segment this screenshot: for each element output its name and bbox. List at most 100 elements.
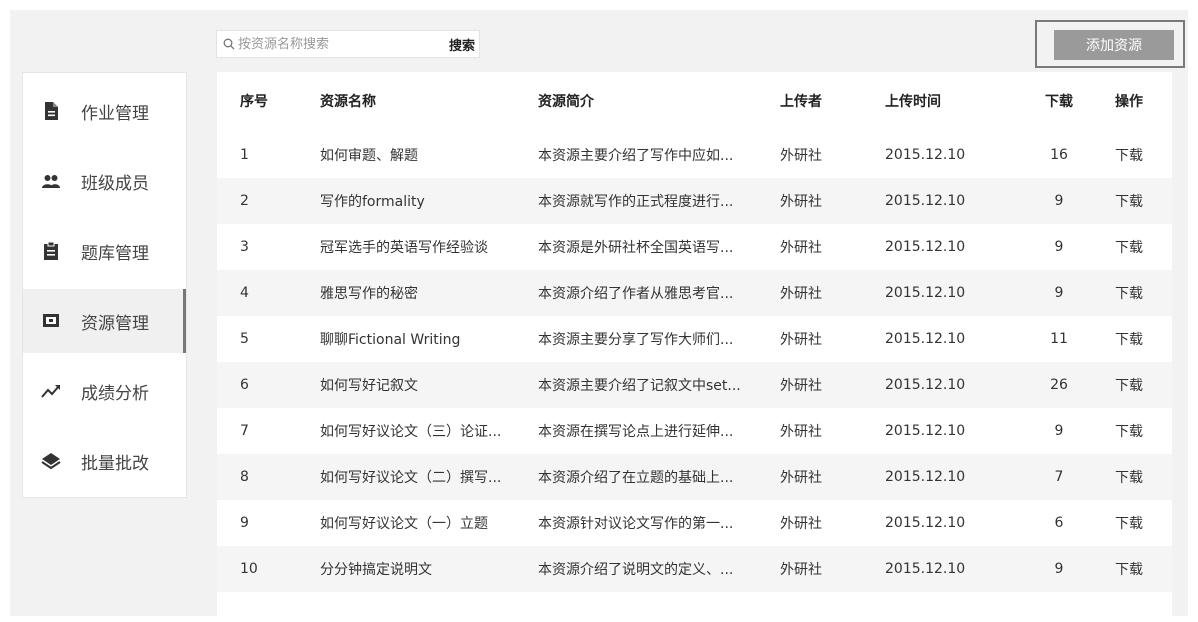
header-name: 资源名称: [320, 94, 376, 110]
cell-downloads: 9: [1054, 239, 1064, 255]
cell-index: 3: [240, 239, 249, 255]
cell-name: 如何写好议论文（一）立题: [320, 516, 488, 532]
cell-downloads: 9: [1054, 561, 1064, 577]
cell-desc: 本资源就写作的正式程度进行...: [538, 194, 734, 210]
cell-time: 2015.12.10: [885, 285, 966, 301]
table-row: 3 冠军选手的英语写作经验谈 本资源是外研社杯全国英语写... 外研社 2015.12.…: [217, 224, 1172, 270]
header-downloads: 下载: [1045, 94, 1073, 110]
download-link[interactable]: 下载: [1115, 421, 1155, 441]
cell-time: 2015.12.10: [885, 423, 966, 439]
cell-name: 如何审题、解题: [320, 148, 418, 164]
cell-time: 2015.12.10: [885, 331, 966, 347]
cell-index: 6: [240, 377, 249, 393]
cell-name: 分分钟搞定说明文: [320, 562, 432, 578]
cell-desc: 本资源介绍了在立题的基础上...: [538, 470, 734, 486]
sidebar-item-batch-grading[interactable]: 批量批改: [23, 429, 186, 493]
sidebar-item-label: 成绩分析: [81, 383, 149, 404]
sidebar-item-resources[interactable]: 资源管理: [23, 289, 186, 353]
cell-index: 4: [240, 285, 249, 301]
add-resource-button[interactable]: 添加资源: [1054, 30, 1174, 60]
cell-time: 2015.12.10: [885, 561, 966, 577]
cell-name: 如何写好议论文（二）撰写...: [320, 470, 502, 486]
layers-icon: [41, 453, 61, 470]
header-time: 上传时间: [885, 94, 941, 110]
download-link[interactable]: 下载: [1115, 191, 1155, 211]
users-icon: [42, 175, 60, 188]
download-link[interactable]: 下载: [1115, 283, 1155, 303]
cell-uploader: 外研社: [780, 194, 822, 210]
cell-time: 2015.12.10: [885, 469, 966, 485]
cell-uploader: 外研社: [780, 470, 822, 486]
search-input[interactable]: [238, 36, 438, 52]
sidebar-item-label: 班级成员: [81, 173, 149, 194]
cell-uploader: 外研社: [780, 516, 822, 532]
sidebar-item-class-members[interactable]: 班级成员: [23, 149, 186, 213]
search-button[interactable]: 搜索: [449, 35, 475, 54]
sidebar-item-grade-analysis[interactable]: 成绩分析: [23, 359, 186, 423]
cell-index: 1: [240, 147, 249, 163]
table-header: 序号 资源名称 资源简介 上传者 上传时间 下载 操作: [217, 78, 1172, 124]
cell-name: 如何写好记叙文: [320, 378, 418, 394]
header-desc: 资源简介: [538, 94, 594, 110]
cell-downloads: 11: [1050, 331, 1068, 347]
cell-desc: 本资源主要介绍了记叙文中set...: [538, 378, 741, 394]
cell-downloads: 9: [1054, 193, 1064, 209]
download-link[interactable]: 下载: [1115, 513, 1155, 533]
cell-name: 聊聊Fictional Writing: [320, 332, 461, 348]
cell-index: 8: [240, 469, 249, 485]
sidebar-item-label: 资源管理: [81, 313, 149, 334]
clipboard-icon: [44, 241, 58, 260]
header-index: 序号: [240, 94, 268, 110]
download-link[interactable]: 下载: [1115, 467, 1155, 487]
sidebar: 作业管理 班级成员 题库管理 资源管理 成绩分析 批量批改: [22, 72, 187, 498]
cell-uploader: 外研社: [780, 240, 822, 256]
cell-downloads: 9: [1054, 423, 1064, 439]
cell-uploader: 外研社: [780, 562, 822, 578]
cell-time: 2015.12.10: [885, 239, 966, 255]
cell-name: 冠军选手的英语写作经验谈: [320, 240, 488, 256]
cell-downloads: 16: [1050, 147, 1068, 163]
resource-table: 序号 资源名称 资源简介 上传者 上传时间 下载 操作 1 如何审题、解题 本资源主…: [217, 72, 1172, 622]
cell-downloads: 7: [1054, 469, 1064, 485]
search-box[interactable]: 搜索: [216, 30, 480, 58]
search-icon: [223, 38, 235, 50]
cell-index: 5: [240, 331, 249, 347]
cell-time: 2015.12.10: [885, 377, 966, 393]
cell-index: 9: [240, 515, 249, 531]
cell-desc: 本资源是外研社杯全国英语写...: [538, 240, 734, 256]
download-link[interactable]: 下载: [1115, 559, 1155, 579]
download-link[interactable]: 下载: [1115, 375, 1155, 395]
cell-index: 2: [240, 193, 249, 209]
cell-downloads: 6: [1054, 515, 1064, 531]
cell-downloads: 9: [1054, 285, 1064, 301]
cell-downloads: 26: [1050, 377, 1068, 393]
table-row: 10 分分钟搞定说明文 本资源介绍了说明文的定义、... 外研社 2015.12.10 9…: [217, 546, 1172, 592]
cell-index: 10: [240, 561, 258, 577]
download-link[interactable]: 下载: [1115, 329, 1155, 349]
table-row: 2 写作的formality 本资源就写作的正式程度进行... 外研社 2015.12.…: [217, 178, 1172, 224]
cell-uploader: 外研社: [780, 424, 822, 440]
trend-icon: [41, 385, 60, 398]
monitor-icon: [43, 314, 59, 327]
sidebar-item-question-bank[interactable]: 题库管理: [23, 219, 186, 283]
cell-uploader: 外研社: [780, 286, 822, 302]
download-link[interactable]: 下载: [1115, 145, 1155, 165]
table-row: 6 如何写好记叙文 本资源主要介绍了记叙文中set... 外研社 2015.12.10 2…: [217, 362, 1172, 408]
cell-time: 2015.12.10: [885, 147, 966, 163]
cell-name: 写作的formality: [320, 194, 425, 210]
table-row: 5 聊聊Fictional Writing 本资源主要分享了写作大师们... 外研社 2…: [217, 316, 1172, 362]
cell-uploader: 外研社: [780, 332, 822, 348]
document-icon: [45, 102, 58, 120]
cell-desc: 本资源在撰写论点上进行延伸...: [538, 424, 734, 440]
sidebar-item-homework[interactable]: 作业管理: [23, 79, 186, 143]
cell-desc: 本资源主要介绍了写作中应如...: [538, 148, 734, 164]
cell-name: 如何写好议论文（三）论证...: [320, 424, 502, 440]
sidebar-item-label: 批量批改: [81, 453, 149, 474]
table-row: 9 如何写好议论文（一）立题 本资源针对议论文写作的第一... 外研社 2015.12.…: [217, 500, 1172, 546]
cell-uploader: 外研社: [780, 378, 822, 394]
download-link[interactable]: 下载: [1115, 237, 1155, 257]
header-uploader: 上传者: [780, 94, 822, 110]
cell-uploader: 外研社: [780, 148, 822, 164]
table-row: 1 如何审题、解题 本资源主要介绍了写作中应如... 外研社 2015.12.10 16 下…: [217, 132, 1172, 178]
cell-index: 7: [240, 423, 249, 439]
